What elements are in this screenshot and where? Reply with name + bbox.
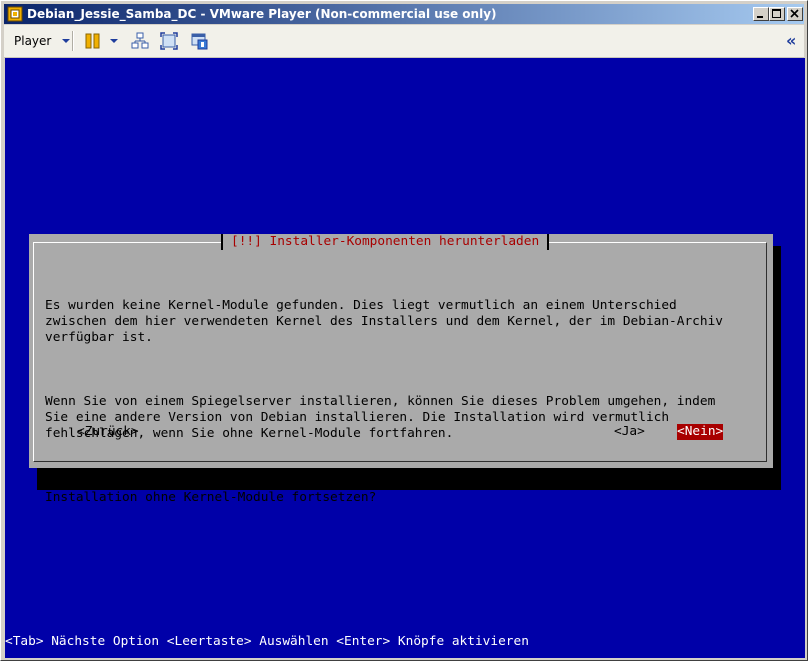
dialog-paragraph: Es wurden keine Kernel-Module gefunden. … [45, 298, 723, 345]
collapse-toolbar-button[interactable]: « [786, 31, 796, 51]
dialog-question: Installation ohne Kernel-Module fortsetz… [45, 490, 377, 505]
maximize-button[interactable] [769, 7, 785, 21]
unity-icon [191, 33, 208, 50]
dialog-message: Es wurden keine Kernel-Module gefunden. … [45, 266, 761, 538]
close-icon [790, 9, 799, 18]
keyboard-help-line: <Tab> Nächste Option <Leertaste> Auswähl… [5, 634, 529, 649]
vm-console-screen[interactable]: [!!] Installer-Komponenten herunterladen… [5, 58, 805, 658]
vmware-player-window: Debian_Jessie_Samba_DC - VMware Player (… [0, 0, 808, 661]
player-menu-label: Player [14, 34, 52, 48]
pause-icon [85, 33, 100, 49]
no-button[interactable]: <Nein> [677, 424, 724, 440]
dialog-title: [!!] Installer-Komponenten herunterladen [221, 234, 550, 250]
minimize-button[interactable] [753, 7, 769, 21]
send-ctrl-alt-del-button[interactable] [131, 32, 149, 50]
maximize-icon [772, 9, 781, 18]
unity-button[interactable] [191, 32, 209, 50]
chevron-down-icon [62, 39, 71, 43]
installer-dialog: [!!] Installer-Komponenten herunterladen… [29, 234, 773, 505]
chevron-down-icon [110, 39, 118, 43]
minimize-icon [757, 16, 763, 18]
fullscreen-icon [160, 32, 178, 50]
toolbar-separator [72, 31, 74, 51]
toolbar: Player « [4, 25, 804, 58]
dialog-paragraph: Wenn Sie von einem Spiegelserver install… [45, 394, 716, 441]
window-title: Debian_Jessie_Samba_DC - VMware Player (… [27, 7, 497, 21]
close-button[interactable] [787, 7, 803, 21]
back-button[interactable]: <Zurück> [77, 424, 139, 440]
fullscreen-button[interactable] [160, 32, 178, 50]
title-bar[interactable]: Debian_Jessie_Samba_DC - VMware Player (… [4, 4, 804, 24]
pause-button[interactable] [84, 32, 102, 50]
pause-dropdown-button[interactable] [108, 32, 120, 50]
network-keys-icon [131, 32, 149, 49]
player-menu-button[interactable]: Player [14, 33, 71, 49]
vmware-app-icon [7, 6, 23, 22]
yes-button[interactable]: <Ja> [614, 424, 645, 440]
